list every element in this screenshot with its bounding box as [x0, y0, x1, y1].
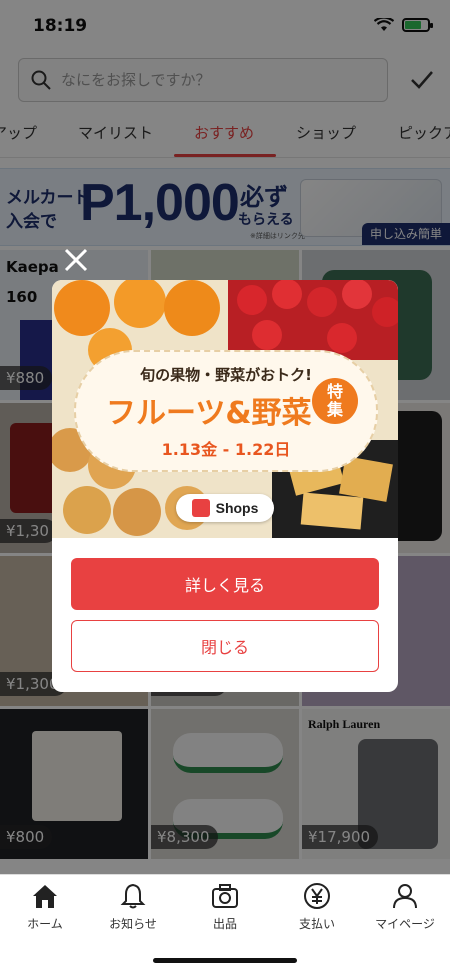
promo-badge-char: 集: [326, 400, 343, 419]
nav-label: マイページ: [375, 917, 435, 931]
home-indicator: [153, 958, 297, 963]
bell-icon: [120, 883, 146, 909]
nav-mypage[interactable]: マイページ: [360, 881, 450, 932]
yen-icon: [304, 883, 330, 909]
nav-notifications[interactable]: お知らせ: [88, 881, 178, 932]
promo-modal: 旬の果物・野菜がおトク! フルーツ&野菜 特 集 1.13金 - 1.22日 S…: [52, 280, 398, 692]
nav-label: 出品: [212, 917, 237, 931]
nav-label: ホーム: [27, 917, 63, 931]
close-button[interactable]: 閉じる: [71, 620, 379, 672]
nav-label: お知らせ: [109, 917, 157, 931]
nav-payment[interactable]: 支払い: [272, 881, 362, 932]
promo-badge: 特 集: [312, 378, 358, 424]
person-icon: [393, 884, 417, 909]
promo-dates: 1.13金 - 1.22日: [161, 440, 291, 459]
promo-title: フルーツ&野菜: [106, 396, 312, 431]
nav-sell[interactable]: 出品: [180, 881, 270, 932]
shops-pill: Shops: [176, 494, 274, 522]
camera-icon: [212, 884, 238, 908]
close-icon[interactable]: [60, 244, 92, 276]
nav-home[interactable]: ホーム: [0, 881, 90, 932]
shops-logo-icon: [191, 499, 210, 517]
see-details-button[interactable]: 詳しく見る: [71, 558, 379, 610]
promo-image[interactable]: 旬の果物・野菜がおトク! フルーツ&野菜 特 集 1.13金 - 1.22日 S…: [52, 280, 398, 538]
home-icon: [33, 885, 57, 908]
promo-badge-char: 特: [326, 382, 343, 401]
promo-frame: 旬の果物・野菜がおトク! フルーツ&野菜 特 集 1.13金 - 1.22日: [74, 350, 378, 472]
shops-label: Shops: [215, 500, 259, 516]
nav-label: 支払い: [298, 917, 335, 931]
